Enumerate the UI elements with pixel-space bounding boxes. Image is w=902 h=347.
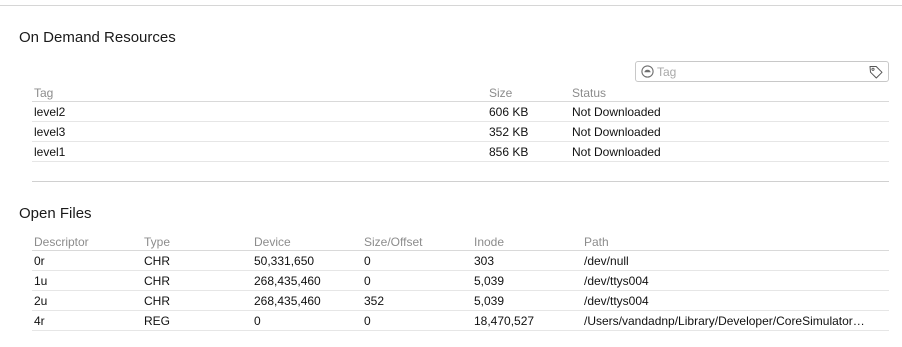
column-header-descriptor[interactable]: Descriptor [32, 233, 142, 251]
table-header-row: Tag Size Status [32, 84, 889, 102]
tag-icon[interactable] [868, 64, 884, 80]
tag-search-input[interactable] [657, 63, 857, 80]
cell-size: 606 KB [487, 101, 570, 122]
cell-size: 352 KB [487, 121, 570, 142]
cell-path: /dev/ttys004 [582, 270, 889, 291]
cell-tag: level1 [32, 141, 487, 162]
table-row[interactable]: 1u CHR 268,435,460 0 5,039 /dev/ttys004 [32, 270, 889, 291]
column-header-path[interactable]: Path [582, 233, 889, 251]
cell-tag: level3 [32, 121, 487, 142]
cell-status: Not Downloaded [570, 101, 889, 122]
cell-type: CHR [142, 250, 252, 271]
cell-inode: 5,039 [472, 290, 582, 311]
cell-descriptor: 0r [32, 250, 142, 271]
table-row[interactable]: 2u CHR 268,435,460 352 5,039 /dev/ttys00… [32, 290, 889, 311]
cell-size-offset: 352 [362, 290, 472, 311]
on-demand-resources-title: On Demand Resources [19, 29, 176, 46]
cell-inode: 303 [472, 250, 582, 271]
cell-path: /Users/vandadnp/Library/Developer/CoreSi… [582, 310, 889, 331]
cell-size-offset: 0 [362, 250, 472, 271]
cell-device: 268,435,460 [252, 270, 362, 291]
on-demand-resources-table: Tag Size Status level2 606 KB Not Downlo… [32, 84, 889, 162]
table-row[interactable]: level2 606 KB Not Downloaded [32, 101, 889, 122]
cell-descriptor: 4r [32, 310, 142, 331]
filter-circle-icon[interactable] [641, 65, 654, 78]
table-row[interactable]: level3 352 KB Not Downloaded [32, 121, 889, 142]
column-header-device[interactable]: Device [252, 233, 362, 251]
section-divider [32, 181, 889, 182]
cell-inode: 18,470,527 [472, 310, 582, 331]
cell-inode: 5,039 [472, 270, 582, 291]
cell-descriptor: 2u [32, 290, 142, 311]
cell-tag: level2 [32, 101, 487, 122]
top-divider [0, 5, 902, 6]
column-header-type[interactable]: Type [142, 233, 252, 251]
column-header-tag[interactable]: Tag [32, 84, 487, 102]
tag-search-field[interactable] [635, 61, 889, 82]
cell-path: /dev/ttys004 [582, 290, 889, 311]
cell-type: REG [142, 310, 252, 331]
table-header-row: Descriptor Type Device Size/Offset Inode… [32, 233, 889, 251]
cell-size-offset: 0 [362, 310, 472, 331]
cell-device: 0 [252, 310, 362, 331]
table-row[interactable]: 0r CHR 50,331,650 0 303 /dev/null [32, 250, 889, 271]
cell-type: CHR [142, 290, 252, 311]
cell-size-offset: 0 [362, 270, 472, 291]
column-header-status[interactable]: Status [570, 84, 889, 102]
table-row[interactable]: 4r REG 0 0 18,470,527 /Users/vandadnp/Li… [32, 310, 889, 331]
column-header-size-offset[interactable]: Size/Offset [362, 233, 472, 251]
cell-device: 50,331,650 [252, 250, 362, 271]
cell-descriptor: 1u [32, 270, 142, 291]
open-files-table: Descriptor Type Device Size/Offset Inode… [32, 233, 889, 331]
column-header-size[interactable]: Size [487, 84, 570, 102]
cell-type: CHR [142, 270, 252, 291]
table-row[interactable]: level1 856 KB Not Downloaded [32, 141, 889, 162]
cell-device: 268,435,460 [252, 290, 362, 311]
cell-size: 856 KB [487, 141, 570, 162]
cell-path: /dev/null [582, 250, 889, 271]
column-header-inode[interactable]: Inode [472, 233, 582, 251]
open-files-title: Open Files [19, 205, 92, 222]
cell-status: Not Downloaded [570, 141, 889, 162]
cell-status: Not Downloaded [570, 121, 889, 142]
